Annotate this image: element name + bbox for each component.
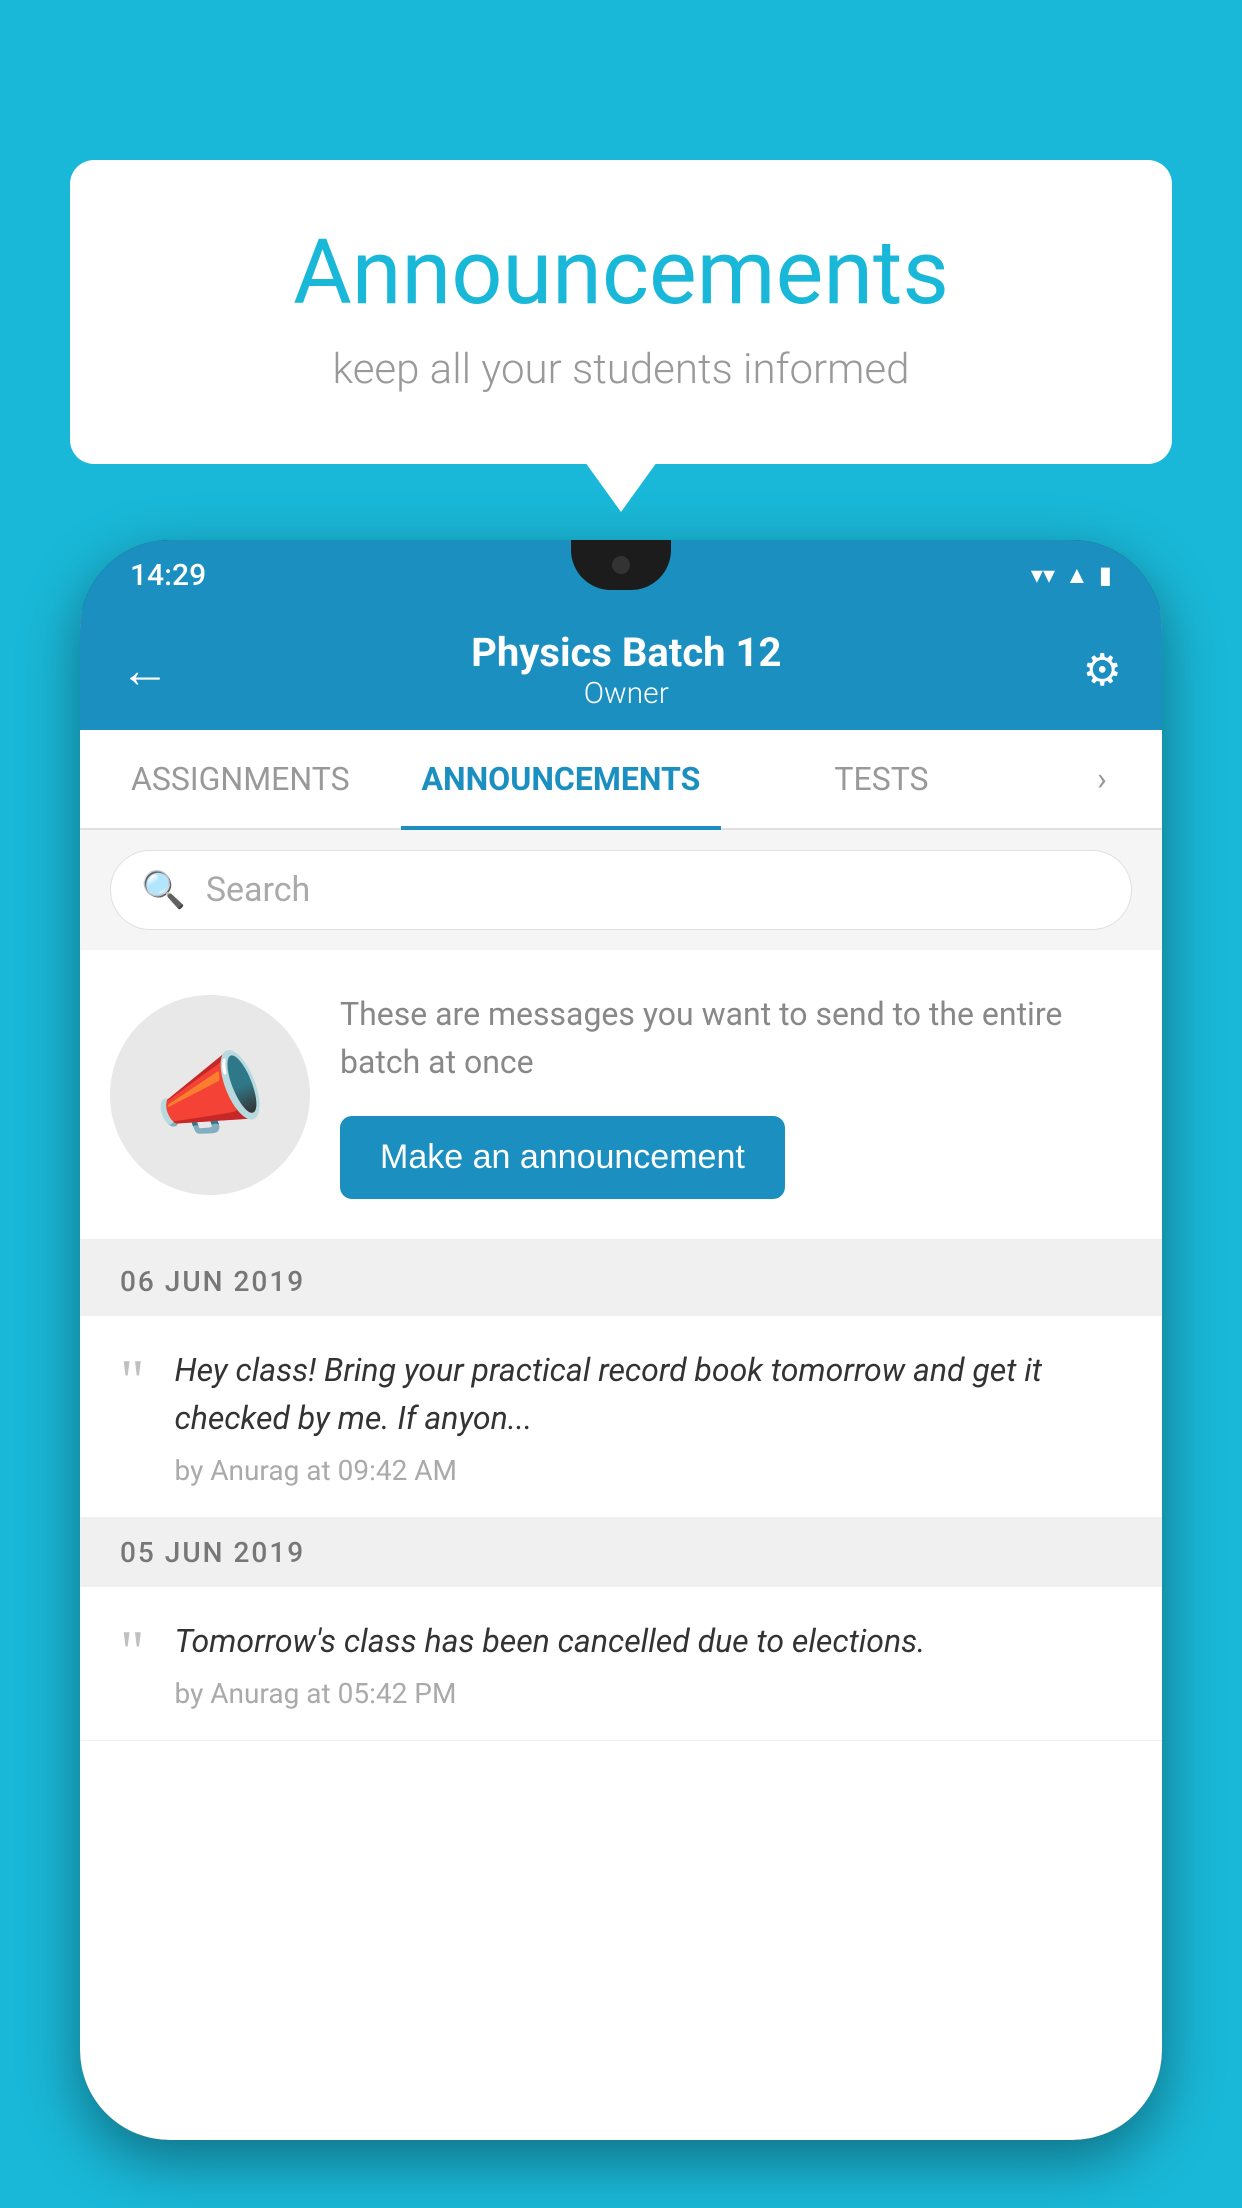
status-icons: ▾▾ ▲ ▮ bbox=[1031, 561, 1112, 590]
tab-more[interactable]: › bbox=[1042, 730, 1162, 828]
app-header: ← Physics Batch 12 Owner ⚙ bbox=[80, 610, 1162, 730]
promo-content: These are messages you want to send to t… bbox=[340, 990, 1132, 1199]
search-icon: 🔍 bbox=[141, 869, 186, 911]
phone-device: 14:29 ▾▾ ▲ ▮ ← Physics Batch 12 Owner ⚙ bbox=[80, 540, 1162, 2140]
bubble-title: Announcements bbox=[150, 220, 1092, 325]
announcement-item-1: " Hey class! Bring your practical record… bbox=[80, 1316, 1162, 1518]
tab-announcements[interactable]: ANNOUNCEMENTS bbox=[401, 730, 722, 828]
search-input[interactable]: Search bbox=[206, 870, 310, 910]
announcement-message-2: Tomorrow's class has been cancelled due … bbox=[175, 1617, 1123, 1665]
status-time: 14:29 bbox=[130, 558, 206, 593]
announcement-author-1: by Anurag at 09:42 AM bbox=[175, 1454, 1123, 1487]
header-title-block: Physics Batch 12 Owner bbox=[170, 629, 1083, 711]
back-button[interactable]: ← bbox=[120, 641, 170, 700]
make-announcement-button[interactable]: Make an announcement bbox=[340, 1116, 785, 1199]
promo-icon-circle: 📣 bbox=[110, 995, 310, 1195]
header-subtitle: Owner bbox=[170, 676, 1083, 711]
header-title: Physics Batch 12 bbox=[170, 629, 1083, 676]
notch bbox=[571, 540, 671, 590]
tab-assignments[interactable]: ASSIGNMENTS bbox=[80, 730, 401, 828]
speech-bubble: Announcements keep all your students inf… bbox=[70, 160, 1172, 464]
announcement-promo: 📣 These are messages you want to send to… bbox=[80, 950, 1162, 1247]
announcement-message-1: Hey class! Bring your practical record b… bbox=[175, 1346, 1123, 1442]
settings-button[interactable]: ⚙ bbox=[1083, 644, 1122, 696]
promo-description: These are messages you want to send to t… bbox=[340, 990, 1132, 1086]
announcement-author-2: by Anurag at 05:42 PM bbox=[175, 1677, 1123, 1710]
bubble-subtitle: keep all your students informed bbox=[150, 345, 1092, 394]
status-bar: 14:29 ▾▾ ▲ ▮ bbox=[80, 540, 1162, 610]
phone-screen: ← Physics Batch 12 Owner ⚙ ASSIGNMENTS A… bbox=[80, 610, 1162, 2140]
quote-icon-1: " bbox=[120, 1351, 145, 1411]
date-header-2: 05 JUN 2019 bbox=[80, 1518, 1162, 1587]
speech-bubble-container: Announcements keep all your students inf… bbox=[70, 160, 1172, 464]
tabs-bar: ASSIGNMENTS ANNOUNCEMENTS TESTS › bbox=[80, 730, 1162, 830]
tab-tests[interactable]: TESTS bbox=[721, 730, 1042, 828]
phone-wrapper: 14:29 ▾▾ ▲ ▮ ← Physics Batch 12 Owner ⚙ bbox=[80, 540, 1162, 2208]
signal-icon: ▲ bbox=[1065, 561, 1089, 590]
quote-icon-2: " bbox=[120, 1622, 145, 1682]
search-box[interactable]: 🔍 Search bbox=[110, 850, 1132, 930]
announcement-content-1: Hey class! Bring your practical record b… bbox=[175, 1346, 1123, 1487]
megaphone-icon: 📣 bbox=[154, 1042, 266, 1147]
announcement-item-2: " Tomorrow's class has been cancelled du… bbox=[80, 1587, 1162, 1741]
battery-icon: ▮ bbox=[1099, 561, 1112, 589]
date-header-1: 06 JUN 2019 bbox=[80, 1247, 1162, 1316]
camera bbox=[612, 556, 630, 574]
wifi-icon: ▾▾ bbox=[1031, 561, 1055, 589]
announcement-content-2: Tomorrow's class has been cancelled due … bbox=[175, 1617, 1123, 1710]
search-container: 🔍 Search bbox=[80, 830, 1162, 950]
